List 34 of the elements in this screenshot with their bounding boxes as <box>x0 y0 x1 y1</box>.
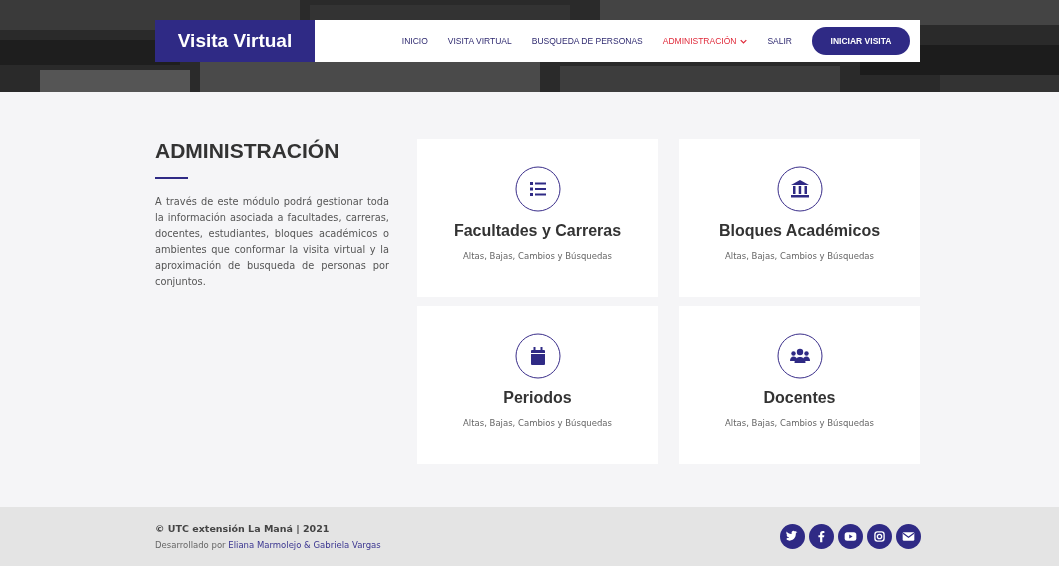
copyright-text: © UTC extensión La Maná | 2021 <box>155 523 331 534</box>
module-card[interactable]: Periodos Altas, Bajas, Cambios y Búsquedas <box>417 306 658 464</box>
module-card[interactable]: Facultades y Carreras Altas, Bajas, Cambios y Búsquedas <box>417 139 658 297</box>
bank-icon <box>776 166 823 212</box>
start-visit-button[interactable]: INICIAR VISITA <box>812 27 910 55</box>
card-title: Periodos <box>503 389 572 407</box>
caret-icon <box>740 38 748 44</box>
nav-link[interactable]: VISITA VIRTUAL <box>447 36 512 46</box>
calendar-icon <box>514 333 561 379</box>
module-card[interactable]: Bloques Académicos Altas, Bajas, Cambios y Búsquedas <box>679 139 920 297</box>
email-icon[interactable] <box>896 524 921 549</box>
nav-link[interactable]: INICIO <box>401 36 428 46</box>
section-title: ADMINISTRACIÓN <box>155 139 341 163</box>
card-subtitle: Altas, Bajas, Cambios y Búsquedas <box>725 418 874 428</box>
module-card[interactable]: Docentes Altas, Bajas, Cambios y Búsquedas <box>679 306 920 464</box>
nav-link[interactable]: ADMINISTRACIÓN <box>662 36 748 46</box>
youtube-icon[interactable] <box>838 524 863 549</box>
card-title: Bloques Académicos <box>718 222 881 240</box>
twitter-icon[interactable] <box>780 524 805 549</box>
card-title: Docentes <box>763 389 836 407</box>
nav-link[interactable]: SALIR <box>767 36 792 46</box>
users-icon <box>776 333 823 379</box>
card-subtitle: Altas, Bajas, Cambios y Búsquedas <box>463 251 612 261</box>
facebook-icon[interactable] <box>809 524 834 549</box>
description: A través de este módulo podrá gestionar toda la información asociada a facultades, carreras, docentes, estudiantes, bloques académicos o ambientes que conformar la visita virtual y la aproximación de busqueda de personas por conjuntos. <box>155 195 389 289</box>
card-subtitle: Altas, Bajas, Cambios y Búsquedas <box>463 418 612 428</box>
instagram-icon[interactable] <box>867 524 892 549</box>
list-icon <box>514 166 561 212</box>
authors-link[interactable]: Eliana Marmolejo & Gabriela Vargas <box>228 540 381 550</box>
credit-text: Desarrollado por <box>155 540 226 550</box>
card-subtitle: Altas, Bajas, Cambios y Búsquedas <box>725 251 874 261</box>
brand-logo[interactable]: Visita Virtual <box>155 20 315 62</box>
card-title: Facultades y Carreras <box>453 222 622 240</box>
nav-link[interactable]: BUSQUEDA DE PERSONAS <box>531 36 643 46</box>
